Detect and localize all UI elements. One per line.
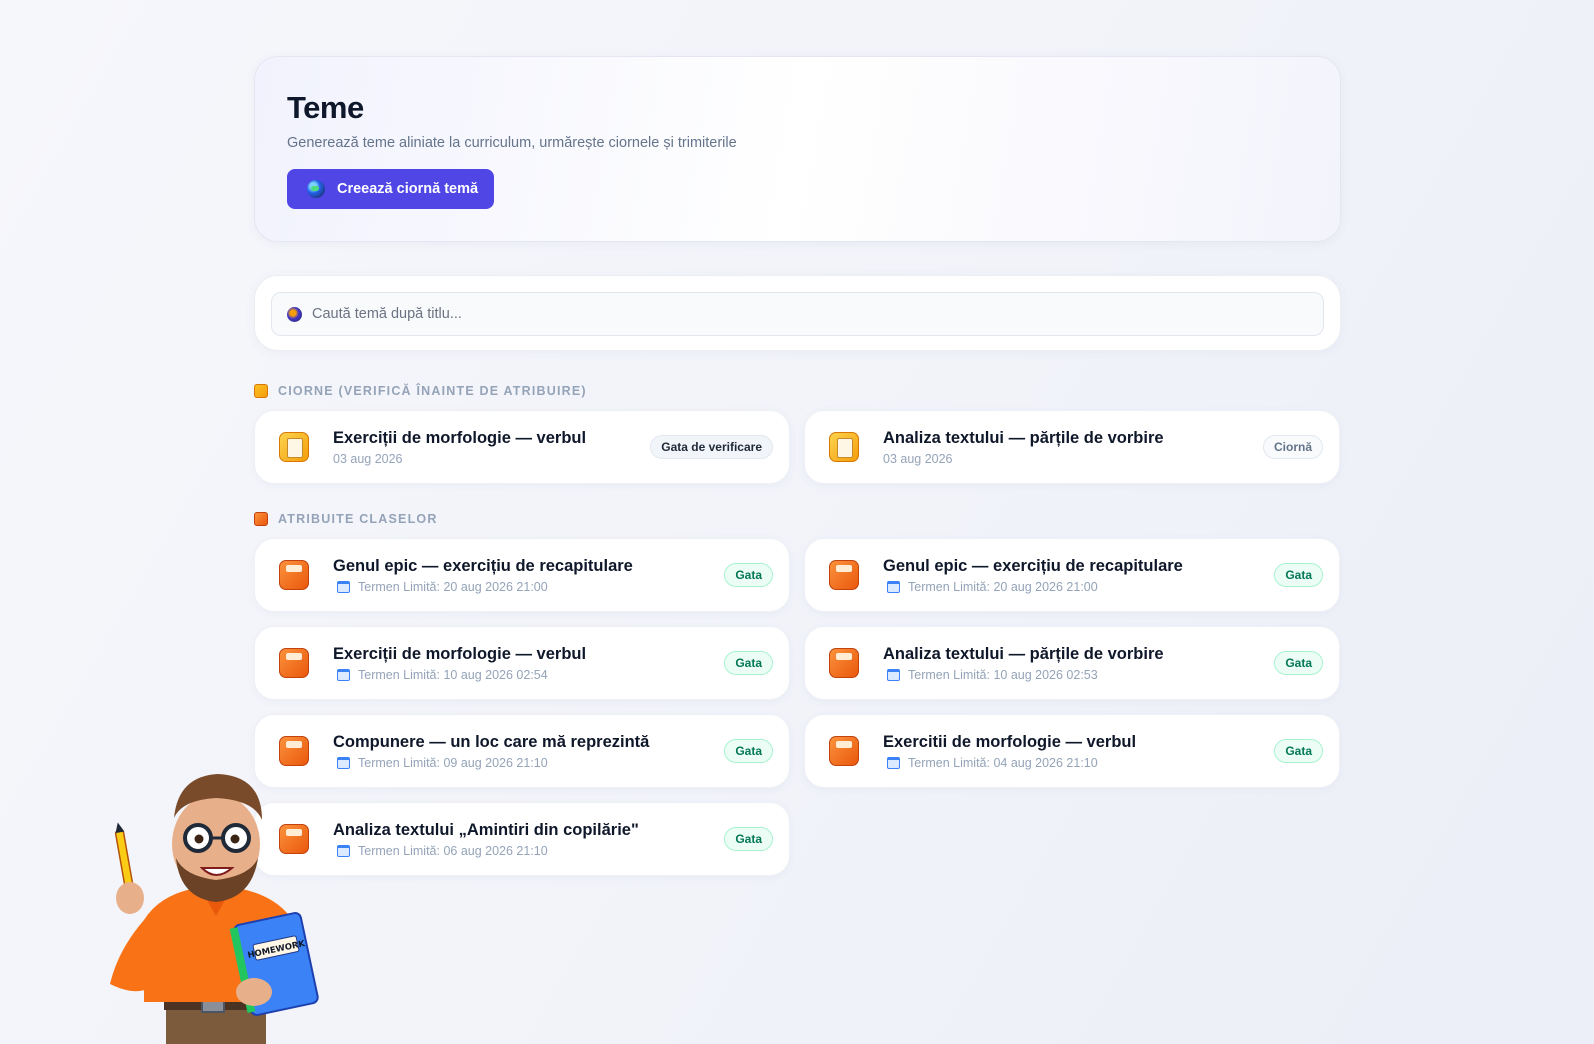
due-date: Termen Limită: 04 aug 2026 21:10 <box>908 755 1098 770</box>
status-badge: Gata <box>724 739 773 763</box>
assigned-card[interactable]: Genul epic — exercițiu de recapitulare T… <box>804 538 1340 612</box>
status-badge: Gata <box>1274 739 1323 763</box>
card-title: Compunere — un loc care mă reprezintă <box>333 732 650 751</box>
draft-notepad-icon <box>279 432 309 462</box>
calendar-icon <box>337 756 350 769</box>
assigned-heading-label: Atribuite claselor <box>278 512 438 526</box>
search-box[interactable] <box>271 292 1324 336</box>
assigned-card[interactable]: Analiza textului — părțile de vorbire Te… <box>804 626 1340 700</box>
status-badge: Gata <box>724 827 773 851</box>
search-icon <box>287 306 302 322</box>
card-due: Termen Limită: 06 aug 2026 21:10 <box>333 844 724 858</box>
create-draft-button[interactable]: Creează ciornă temă <box>287 169 495 209</box>
due-date: Termen Limită: 10 aug 2026 02:53 <box>908 667 1098 682</box>
card-title: Genul epic — exercițiu de recapitulare <box>333 556 633 575</box>
drafts-section-heading: Ciorne (verifică înainte de atribuire) <box>254 384 1341 398</box>
assigned-card[interactable]: Exercitii de morfologie — verbul Termen … <box>804 714 1340 788</box>
teacher-mascot: HOMEWORK <box>110 774 319 1044</box>
calendar-icon <box>337 580 350 593</box>
card-due: Termen Limită: 10 aug 2026 02:53 <box>883 668 1274 682</box>
notebook-icon <box>829 560 859 590</box>
due-date: Termen Limită: 10 aug 2026 02:54 <box>358 667 548 682</box>
due-date: Termen Limită: 06 aug 2026 21:10 <box>358 843 548 858</box>
card-title: Exercitii de morfologie — verbul <box>883 732 1137 751</box>
assigned-card[interactable]: Compunere — un loc care mă reprezintă Te… <box>254 714 790 788</box>
calendar-icon <box>887 580 900 593</box>
card-body: Genul epic — exercițiu de recapitulare T… <box>333 557 724 594</box>
mascot-hand-left <box>116 882 144 914</box>
calendar-icon <box>337 668 350 681</box>
header-card: Teme Generează teme aliniate la curricul… <box>254 56 1341 242</box>
card-body: Exerciții de morfologie — verbul Termen … <box>333 645 724 682</box>
card-due: Termen Limită: 09 aug 2026 21:10 <box>333 756 724 770</box>
card-body: Genul epic — exercițiu de recapitulare T… <box>883 557 1274 594</box>
card-body: Analiza textului — părțile de vorbire Te… <box>883 645 1274 682</box>
notebook-icon <box>279 736 309 766</box>
drafts-grid: Exerciții de morfologie — verbul 03 aug … <box>254 410 1341 484</box>
status-badge: Ciornă <box>1262 435 1323 459</box>
notebook-icon <box>829 736 859 766</box>
due-date: Termen Limită: 20 aug 2026 21:00 <box>358 579 548 594</box>
card-title: Exerciții de morfologie — verbul <box>333 644 587 663</box>
card-title: Exerciții de morfologie — verbul <box>333 428 587 447</box>
status-badge: Gata <box>1274 563 1323 587</box>
assigned-card[interactable]: Exerciții de morfologie — verbul Termen … <box>254 626 790 700</box>
mascot-hand-right <box>236 978 272 1006</box>
draft-card[interactable]: Exerciții de morfologie — verbul 03 aug … <box>254 410 790 484</box>
due-date: Termen Limită: 20 aug 2026 21:00 <box>908 579 1098 594</box>
calendar-icon <box>887 756 900 769</box>
card-title: Analiza textului „Amintiri din copilărie… <box>333 820 639 839</box>
create-draft-label: Creează ciornă temă <box>337 181 479 197</box>
draft-notepad-icon <box>829 432 859 462</box>
search-card <box>254 275 1341 351</box>
card-due: Termen Limită: 20 aug 2026 21:00 <box>883 580 1274 594</box>
card-title: Genul epic — exercițiu de recapitulare <box>883 556 1183 575</box>
notebook-icon <box>279 648 309 678</box>
status-badge: Gata de verificare <box>650 435 773 459</box>
search-input[interactable] <box>312 306 1308 322</box>
card-body: Analiza textului — părțile de vorbire 03… <box>883 429 1263 466</box>
notebook-icon <box>254 512 268 526</box>
assigned-section-heading: Atribuite claselor <box>254 512 1341 526</box>
assignments-page: Teme Generează teme aliniate la curricul… <box>254 56 1341 876</box>
card-date: 03 aug 2026 <box>883 451 953 466</box>
draft-notepad-icon <box>254 384 268 398</box>
card-due: Termen Limită: 20 aug 2026 21:00 <box>333 580 724 594</box>
card-body: Exercitii de morfologie — verbul Termen … <box>883 733 1274 770</box>
status-badge: Gata <box>724 651 773 675</box>
draft-card[interactable]: Analiza textului — părțile de vorbire 03… <box>804 410 1340 484</box>
card-due: Termen Limită: 04 aug 2026 21:10 <box>883 756 1274 770</box>
card-title: Analiza textului — părțile de vorbire <box>883 428 1164 447</box>
mascot-eye-left <box>194 834 204 844</box>
assigned-card[interactable]: Genul epic — exercițiu de recapitulare T… <box>254 538 790 612</box>
card-body: Exerciții de morfologie — verbul 03 aug … <box>333 429 650 466</box>
calendar-icon <box>887 668 900 681</box>
card-body: Analiza textului „Amintiri din copilărie… <box>333 821 724 858</box>
notebook-icon <box>279 560 309 590</box>
pencil-icon <box>114 829 134 887</box>
card-date: 03 aug 2026 <box>333 451 403 466</box>
drafts-heading-label: Ciorne (verifică înainte de atribuire) <box>278 384 587 398</box>
page-subtitle: Generează teme aliniate la curriculum, u… <box>287 135 737 151</box>
globe-icon <box>307 180 325 198</box>
calendar-icon <box>337 844 350 857</box>
assigned-card[interactable]: Analiza textului „Amintiri din copilărie… <box>254 802 790 876</box>
card-due: Termen Limită: 10 aug 2026 02:54 <box>333 668 724 682</box>
page-title: Teme <box>287 90 364 125</box>
assigned-grid: Genul epic — exercițiu de recapitulare T… <box>254 538 1341 876</box>
card-body: Compunere — un loc care mă reprezintă Te… <box>333 733 724 770</box>
notebook-icon <box>829 648 859 678</box>
status-badge: Gata <box>724 563 773 587</box>
due-date: Termen Limită: 09 aug 2026 21:10 <box>358 755 548 770</box>
status-badge: Gata <box>1274 651 1323 675</box>
mascot-eye-right <box>230 834 240 844</box>
card-title: Analiza textului — părțile de vorbire <box>883 644 1164 663</box>
